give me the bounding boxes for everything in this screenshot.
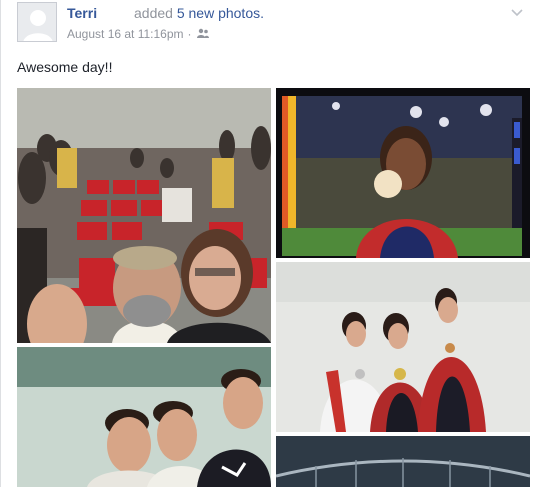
default-avatar-icon — [18, 3, 56, 41]
author-name[interactable]: Terri — [67, 5, 97, 21]
photo-podium[interactable] — [276, 262, 530, 432]
meta-separator: · — [187, 27, 192, 41]
status-text: Awesome day!! — [17, 59, 113, 75]
photos-link[interactable]: 5 new photos. — [177, 5, 264, 21]
post-action: added 5 new photos. — [134, 5, 264, 21]
photo-stadium-roof[interactable] — [276, 436, 530, 487]
photo-mens-team[interactable] — [17, 347, 271, 487]
photo-medal-closeup[interactable] — [276, 88, 530, 258]
post-card: Terri added 5 new photos. August 16 at 1… — [0, 0, 537, 487]
friends-icon[interactable] — [196, 27, 210, 41]
post-meta: August 16 at 11:16pm · — [67, 27, 210, 41]
avatar[interactable] — [17, 2, 57, 42]
photo-stadium-selfie[interactable] — [17, 88, 271, 343]
timestamp[interactable]: August 16 at 11:16pm — [67, 27, 184, 41]
chevron-down-icon[interactable] — [511, 6, 523, 20]
action-prefix: added — [134, 5, 173, 21]
